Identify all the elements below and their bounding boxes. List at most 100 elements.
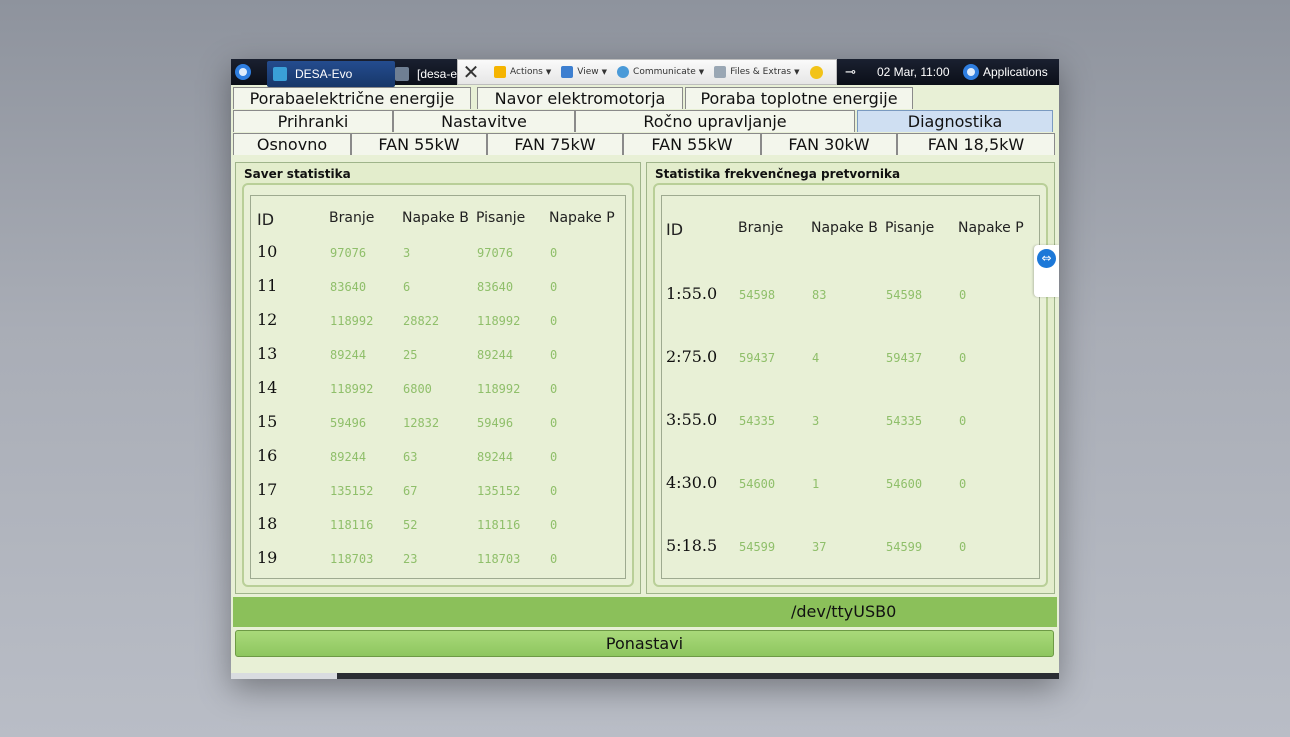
header-napake-b: Napake B xyxy=(811,220,878,236)
row-value: 118116 xyxy=(477,518,521,532)
row-value: 6 xyxy=(403,280,411,294)
row-value: 0 xyxy=(550,314,558,328)
chevron-down-icon: ▼ xyxy=(698,68,705,76)
row-value: 0 xyxy=(550,518,558,532)
applications-label: Applications xyxy=(983,65,1048,79)
tab-motor-torque[interactable]: Navor elektromotorja xyxy=(477,87,683,109)
monitor-icon xyxy=(561,66,574,78)
row-value: 4 xyxy=(812,351,820,365)
bottom-strip xyxy=(231,673,1059,679)
tab-electric-energy[interactable]: Porabaelektrične energije xyxy=(233,87,471,109)
row-value: 135152 xyxy=(477,484,521,498)
inverter-table: ID Branje Napake B Pisanje Napake P 1:55… xyxy=(661,195,1040,579)
row-value: 118116 xyxy=(330,518,374,532)
row-id: 19 xyxy=(257,548,278,567)
row-value: 54335 xyxy=(739,414,776,428)
row-value: 118992 xyxy=(330,382,374,396)
taskbar-item-label: [desa-e xyxy=(416,67,458,81)
status-bar: /dev/ttyUSB0 xyxy=(233,597,1057,627)
files-extras-menu[interactable]: Files & Extras ▼ xyxy=(714,66,800,78)
row-value: 63 xyxy=(403,450,418,464)
file-icon xyxy=(714,66,727,78)
row-value: 54598 xyxy=(886,288,923,302)
header-napake-b: Napake B xyxy=(402,210,469,226)
saver-statistics-title: Saver statistika xyxy=(244,167,351,181)
row-id: 1:55.0 xyxy=(666,284,718,303)
row-value: 54335 xyxy=(886,414,923,428)
row-id: 12 xyxy=(257,310,278,329)
view-label: View xyxy=(577,67,599,77)
tab-fan-75kw[interactable]: FAN 75kW xyxy=(487,133,623,155)
tab-fan-18-5kw[interactable]: FAN 18,5kW xyxy=(897,133,1055,155)
remote-control-toolbar: ✕ Actions ▼ View ▼ Communicate ▼ Files & Ex… xyxy=(457,59,837,85)
row-id: 14 xyxy=(257,378,278,397)
communicate-label: Communicate xyxy=(633,67,696,77)
row-value: 83640 xyxy=(477,280,514,294)
actions-menu[interactable]: Actions ▼ xyxy=(494,66,551,78)
row-value: 59437 xyxy=(739,351,776,365)
row-value: 1 xyxy=(812,477,820,491)
view-menu[interactable]: View ▼ xyxy=(561,66,607,78)
row-value: 23 xyxy=(403,552,418,566)
row-value: 0 xyxy=(959,351,967,365)
row-value: 6800 xyxy=(403,382,432,396)
clock[interactable]: 02 Mar, 11:00 xyxy=(877,59,950,85)
row-value: 0 xyxy=(550,382,558,396)
tab-fan-55kw-2[interactable]: FAN 55kW xyxy=(623,133,761,155)
row-value: 67 xyxy=(403,484,418,498)
row-value: 59496 xyxy=(477,416,514,430)
header-id: ID xyxy=(257,210,275,229)
menu-logo-icon[interactable] xyxy=(235,59,251,85)
row-value: 0 xyxy=(550,552,558,566)
tab-heat-energy[interactable]: Poraba toplotne energije xyxy=(685,87,913,109)
header-pisanje: Pisanje xyxy=(476,210,526,226)
taskbar-item-desa-evo[interactable]: DESA-Evo xyxy=(267,61,395,87)
row-value: 0 xyxy=(959,288,967,302)
tab-diagnostics[interactable]: Diagnostika xyxy=(857,110,1053,132)
row-value: 25 xyxy=(403,348,418,362)
taskbar-item-desa-terminal[interactable]: [desa-e xyxy=(389,61,463,87)
saver-statistics-frame: Saver statistika ID Branje Napake B Pisa… xyxy=(235,162,641,594)
remote-side-handle[interactable]: ⇔ xyxy=(1034,245,1059,297)
row-value: 0 xyxy=(550,484,558,498)
row-value: 0 xyxy=(550,280,558,294)
row-value: 59437 xyxy=(886,351,923,365)
header-branje: Branje xyxy=(329,210,375,226)
tab-basic[interactable]: Osnovno xyxy=(233,133,351,155)
row-value: 54600 xyxy=(739,477,776,491)
row-id: 13 xyxy=(257,344,278,363)
tab-savings[interactable]: Prihranki xyxy=(233,110,393,132)
header-branje: Branje xyxy=(738,220,784,236)
row-value: 118992 xyxy=(477,314,521,328)
tab-settings[interactable]: Nastavitve xyxy=(393,110,575,132)
row-value: 89244 xyxy=(330,348,367,362)
tab-manual-control[interactable]: Ročno upravljanje xyxy=(575,110,855,132)
row-value: 0 xyxy=(959,477,967,491)
row-value: 89244 xyxy=(477,450,514,464)
reset-button[interactable]: Ponastavi xyxy=(235,630,1054,657)
smiley-icon[interactable] xyxy=(809,65,823,79)
saver-rim: ID Branje Napake B Pisanje Napake P 10 97… xyxy=(242,183,634,587)
row-value: 83640 xyxy=(330,280,367,294)
row-value: 135152 xyxy=(330,484,374,498)
network-plug-icon[interactable]: ⊸ xyxy=(845,59,856,85)
row-value: 0 xyxy=(550,246,558,260)
header-pisanje: Pisanje xyxy=(885,220,935,236)
row-value: 28822 xyxy=(403,314,440,328)
row-value: 54599 xyxy=(739,540,776,554)
lightning-icon xyxy=(494,66,506,78)
row-id: 18 xyxy=(257,514,278,533)
row-value: 118703 xyxy=(477,552,521,566)
remote-control-icon: ⇔ xyxy=(1037,249,1056,268)
row-value: 0 xyxy=(959,540,967,554)
tab-fan-30kw[interactable]: FAN 30kW xyxy=(761,133,897,155)
taskbar-item-label: DESA-Evo xyxy=(295,67,353,81)
chevron-down-icon: ▼ xyxy=(794,68,800,76)
applications-menu[interactable]: Applications xyxy=(963,59,1048,85)
tab-fan-55kw-1[interactable]: FAN 55kW xyxy=(351,133,487,155)
row-id: 10 xyxy=(257,242,278,261)
row-value: 59496 xyxy=(330,416,367,430)
close-icon[interactable]: ✕ xyxy=(458,60,484,84)
row-value: 37 xyxy=(812,540,827,554)
communicate-menu[interactable]: Communicate ▼ xyxy=(617,66,704,78)
